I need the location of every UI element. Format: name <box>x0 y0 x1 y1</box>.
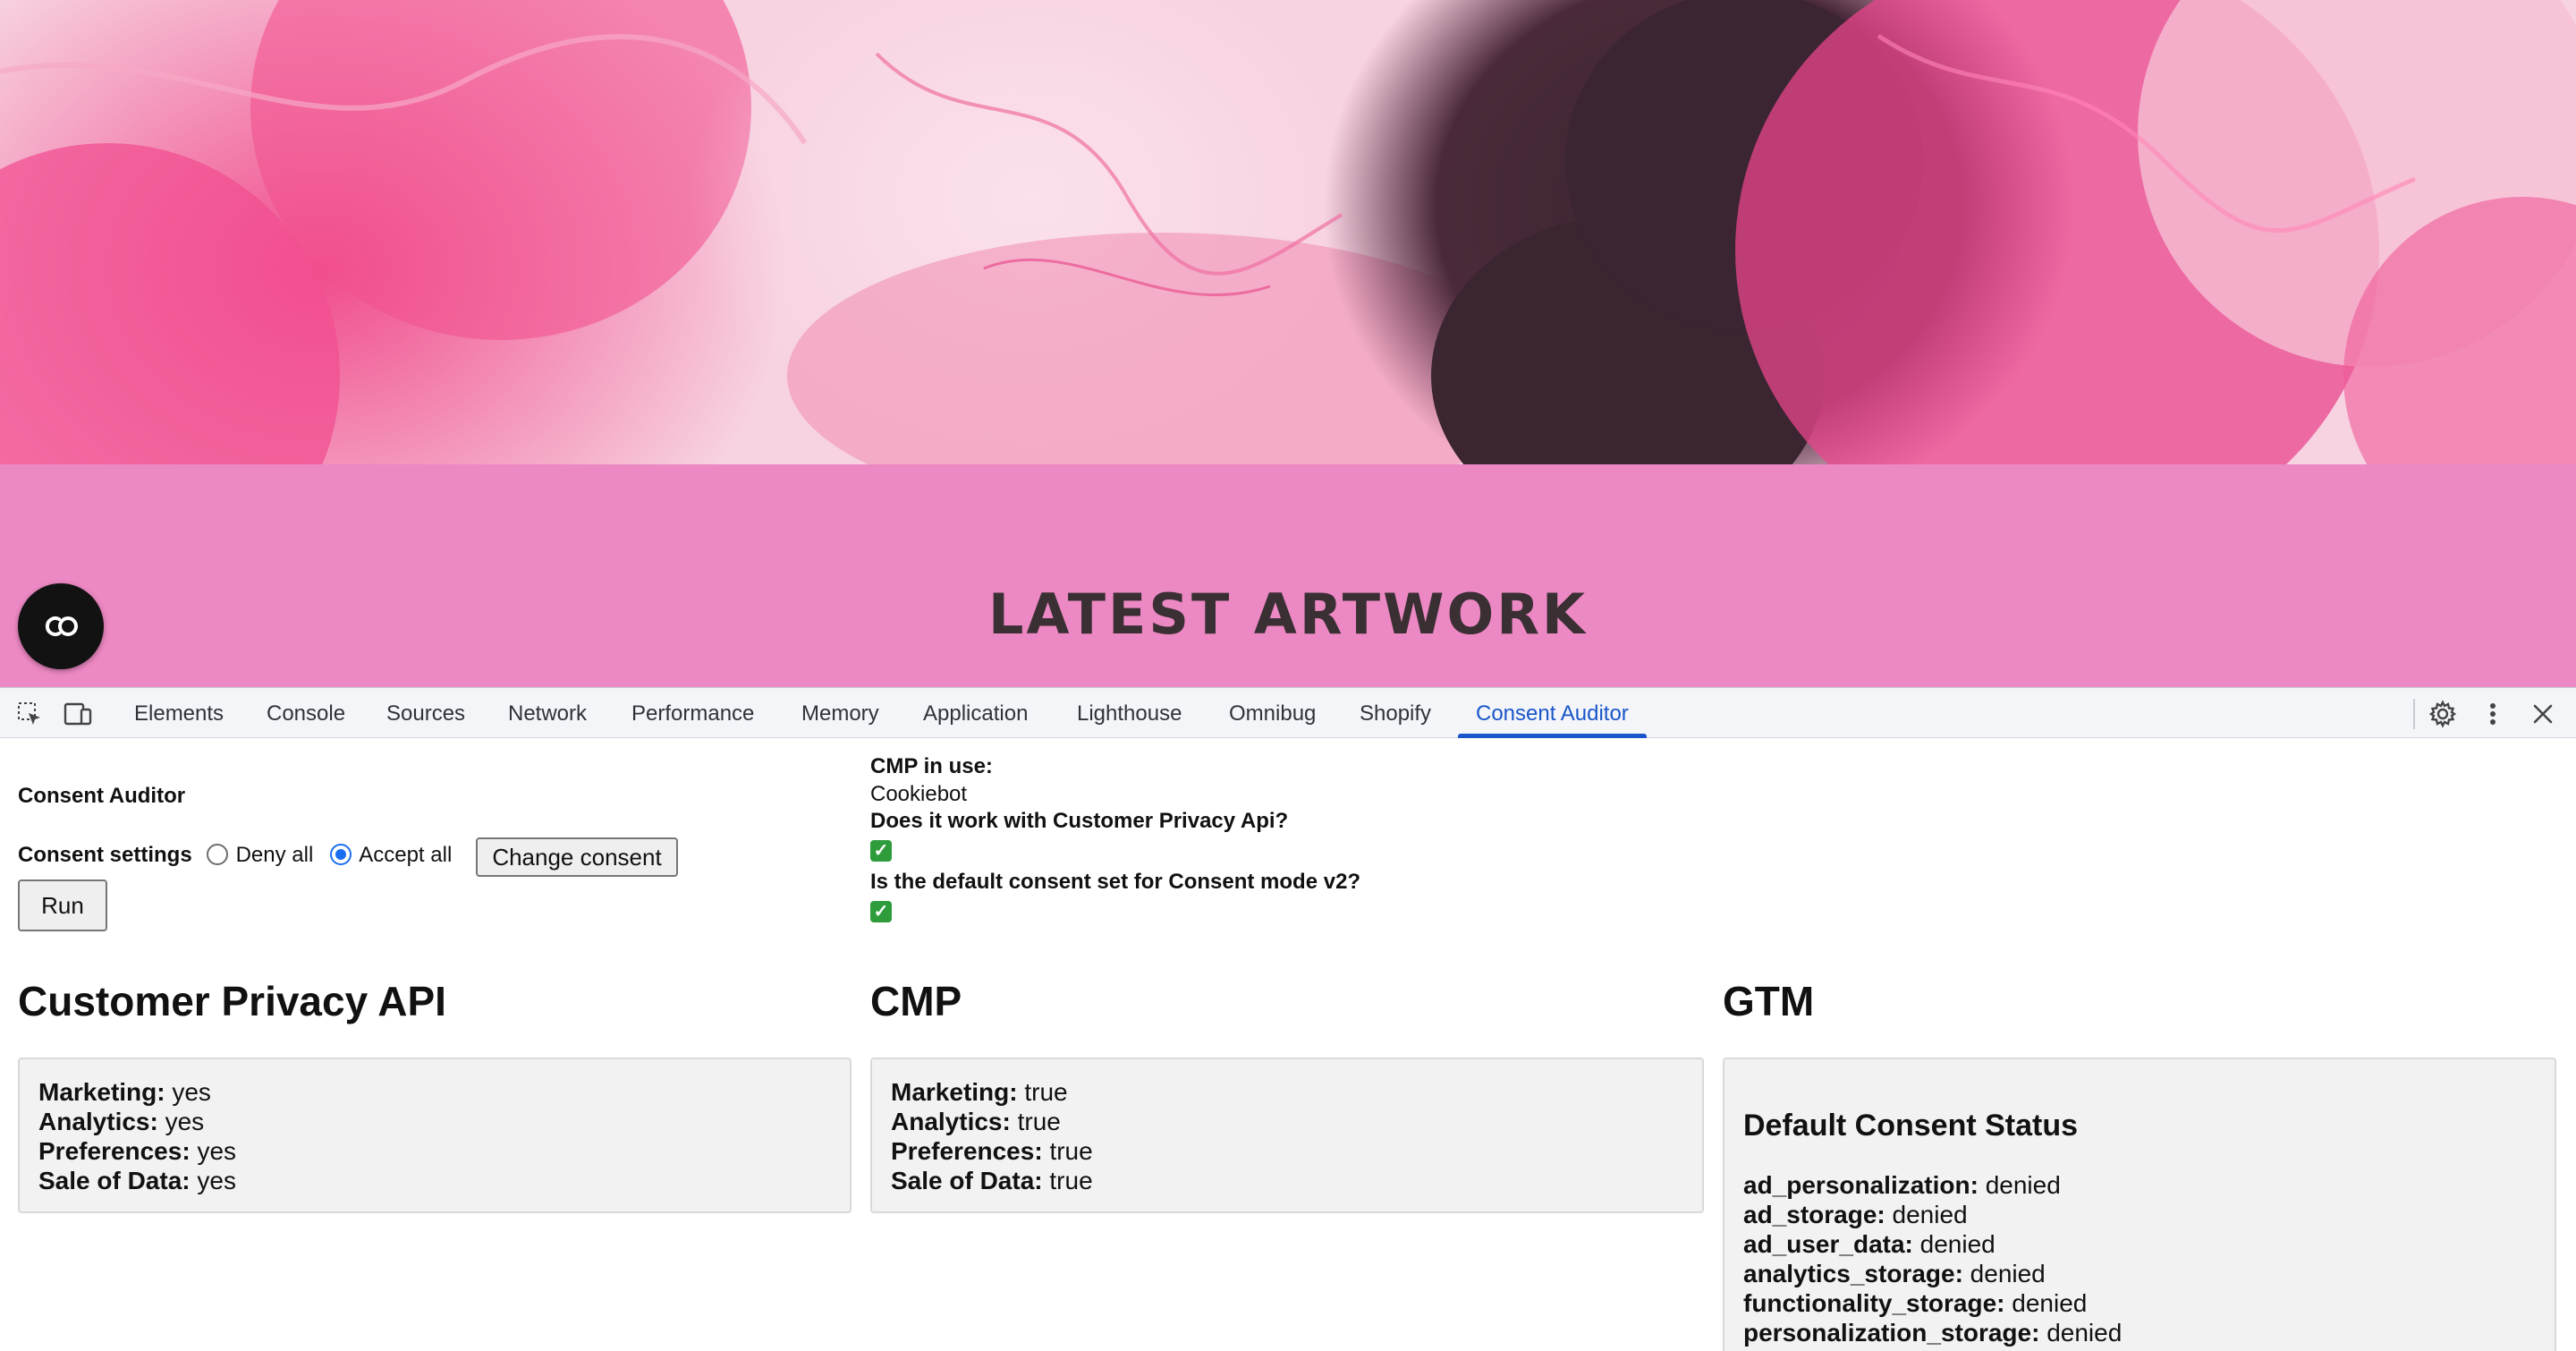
website-viewport: LATEST ARTWORK <box>0 0 2576 687</box>
change-consent-button[interactable]: Change consent <box>476 837 678 877</box>
tab-consent-auditor[interactable]: Consent Auditor <box>1458 688 1647 738</box>
tab-network[interactable]: Network <box>508 688 587 738</box>
cmp-list: Marketing: true Analytics: true Preferen… <box>891 1077 1093 1195</box>
tab-omnibug[interactable]: Omnibug <box>1229 688 1316 738</box>
auditor-title: Consent Auditor <box>18 784 186 808</box>
list-item: Marketing: true <box>891 1078 1068 1106</box>
list-item: Sale of Data: yes <box>38 1167 236 1194</box>
device-toolbar-icon[interactable] <box>63 699 93 729</box>
tab-performance[interactable]: Performance <box>631 688 754 738</box>
cmp-heading: CMP <box>870 978 962 1024</box>
gtm-consent-list: ad_personalization: denied ad_storage: d… <box>1743 1170 2122 1347</box>
list-item: Preferences: true <box>891 1137 1093 1165</box>
cc-icon[interactable] <box>18 583 104 669</box>
inspect-icon[interactable] <box>14 699 45 729</box>
customer-privacy-heading: Customer Privacy API <box>18 978 446 1024</box>
deny-all-radio[interactable] <box>207 844 229 865</box>
list-item: Sale of Data: true <box>891 1167 1093 1194</box>
tab-application[interactable]: Application <box>923 688 1028 738</box>
list-item: analytics_storage: denied <box>1743 1260 2046 1287</box>
default-consent-question: Is the default consent set for Consent m… <box>870 870 1361 894</box>
devtools-tab-bar: Elements Console Sources Network Perform… <box>0 687 2576 738</box>
ink-artwork <box>0 0 2576 464</box>
toolbar-divider <box>2413 699 2415 729</box>
artwork-section-band <box>0 464 2576 687</box>
accept-all-radio[interactable] <box>329 844 352 865</box>
section-title: LATEST ARTWORK <box>988 582 1588 647</box>
check-mark-icon: ✓ <box>870 840 892 862</box>
tab-lighthouse[interactable]: Lighthouse <box>1077 688 1182 738</box>
consent-auditor-panel: Consent Auditor Consent settings Deny al… <box>0 738 2576 1351</box>
cmp-card: Marketing: true Analytics: true Preferen… <box>870 1058 1704 1213</box>
gtm-heading: GTM <box>1723 978 1815 1024</box>
list-item: ad_storage: denied <box>1743 1201 1968 1228</box>
tab-console[interactable]: Console <box>267 688 345 738</box>
tab-elements[interactable]: Elements <box>134 688 224 738</box>
cmp-in-use-value: Cookiebot <box>870 782 968 806</box>
customer-privacy-question: Does it work with Customer Privacy Api? <box>870 809 1289 833</box>
consent-settings-label: Consent settings <box>18 843 192 867</box>
list-item: personalization_storage: denied <box>1743 1319 2123 1347</box>
settings-gear-icon[interactable] <box>2428 699 2458 729</box>
tab-shopify[interactable]: Shopify <box>1360 688 1431 738</box>
cc-glyph <box>45 616 78 636</box>
consent-settings-row: Consent settings Deny all Accept all <box>18 843 452 868</box>
more-vert-icon[interactable] <box>2478 699 2508 729</box>
check-mark-icon: ✓ <box>870 901 892 922</box>
list-item: Analytics: yes <box>38 1108 205 1135</box>
default-consent-status-heading: Default Consent Status <box>1743 1109 2079 1143</box>
gtm-card: Default Consent Status ad_personalizatio… <box>1723 1058 2556 1351</box>
accept-all-label: Accept all <box>359 843 453 867</box>
list-item: Marketing: yes <box>38 1078 211 1106</box>
close-icon[interactable] <box>2528 699 2558 729</box>
list-item: functionality_storage: denied <box>1743 1289 2088 1317</box>
hero-image <box>0 0 2576 464</box>
deny-all-label: Deny all <box>235 843 314 867</box>
cmp-in-use-label: CMP in use: <box>870 754 993 778</box>
customer-privacy-list: Marketing: yes Analytics: yes Preference… <box>38 1077 236 1195</box>
list-item: Preferences: yes <box>38 1137 237 1165</box>
tab-sources[interactable]: Sources <box>386 688 465 738</box>
list-item: Analytics: true <box>891 1108 1061 1135</box>
customer-privacy-card: Marketing: yes Analytics: yes Preference… <box>18 1058 852 1213</box>
list-item: ad_personalization: denied <box>1743 1171 2061 1199</box>
list-item: ad_user_data: denied <box>1743 1230 1996 1258</box>
run-button[interactable]: Run <box>18 879 107 931</box>
tab-memory[interactable]: Memory <box>801 688 879 738</box>
